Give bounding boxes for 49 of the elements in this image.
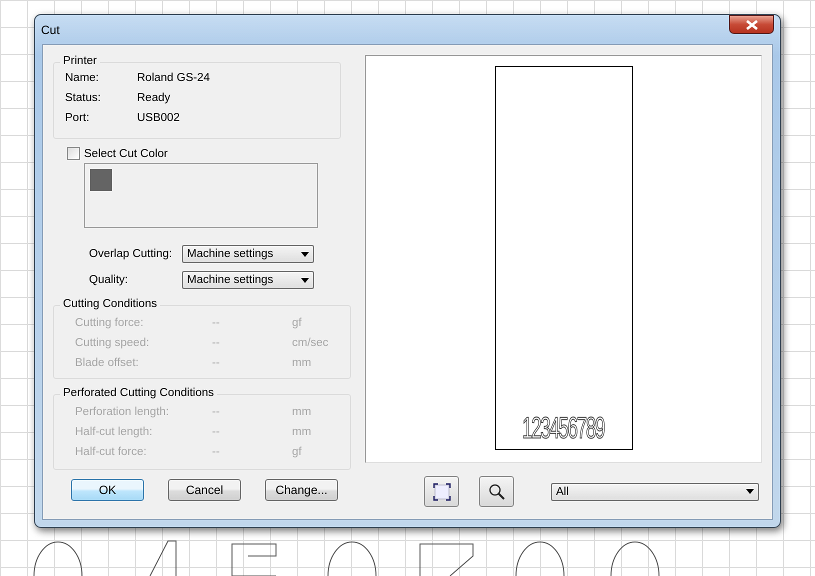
field-label: Port: (65, 112, 90, 124)
unit-label: gf (292, 446, 303, 458)
field-value: -- (212, 337, 221, 349)
dropdown-arrow-icon (301, 278, 309, 282)
group-title: Cutting Conditions (60, 298, 160, 310)
field-label: Half-cut length: (75, 426, 154, 438)
dropdown-arrow-icon (746, 489, 754, 494)
field-value: Roland GS-24 (137, 72, 211, 84)
view-dropdown[interactable]: All (551, 482, 759, 500)
window-title: Cut (41, 22, 60, 36)
field-label: Status: (65, 92, 102, 104)
field-label: Cutting speed: (75, 337, 150, 349)
field-value: -- (212, 446, 221, 458)
group-title: Printer (60, 55, 100, 67)
dropdown-arrow-icon (301, 252, 309, 256)
field-value: -- (212, 426, 221, 438)
close-icon (746, 20, 758, 30)
field-label: Perforation length: (75, 406, 170, 418)
unit-label: gf (292, 317, 303, 329)
dialog-button[interactable]: Change... (265, 479, 338, 501)
field-label: Quality: (89, 274, 129, 286)
unit-label: mm (292, 357, 312, 369)
field-label: Overlap Cutting: (89, 248, 174, 260)
field-value: -- (212, 357, 221, 369)
dialog-button[interactable]: Cancel (168, 479, 241, 501)
checkbox-label: Select Cut Color (84, 148, 168, 160)
fit-button[interactable] (424, 476, 459, 507)
dropdown[interactable]: Machine settings (182, 245, 314, 263)
field-label: Cutting force: (75, 317, 144, 329)
dialog-button[interactable]: OK (71, 479, 144, 501)
close-button[interactable] (729, 15, 774, 34)
field-value: Ready (137, 92, 172, 104)
field-value: USB002 (137, 112, 181, 124)
field-value: -- (212, 317, 221, 329)
checkbox[interactable] (67, 147, 80, 160)
field-label: Blade offset: (75, 357, 140, 369)
unit-label: mm (292, 426, 312, 438)
dropdown[interactable]: Machine settings (182, 271, 314, 289)
preview-text: 123456789 (522, 412, 604, 446)
unit-label: cm/sec (292, 337, 330, 349)
field-value: -- (212, 406, 221, 418)
field-label: Name: (65, 72, 100, 84)
group-title: Perforated Cutting Conditions (60, 387, 217, 399)
field-label: Half-cut force: (75, 446, 148, 458)
unit-label: mm (292, 406, 312, 418)
color-swatch[interactable] (90, 169, 112, 191)
magnifier-icon (488, 482, 506, 500)
frame-icon (432, 482, 450, 500)
zoom-button[interactable] (479, 476, 514, 507)
